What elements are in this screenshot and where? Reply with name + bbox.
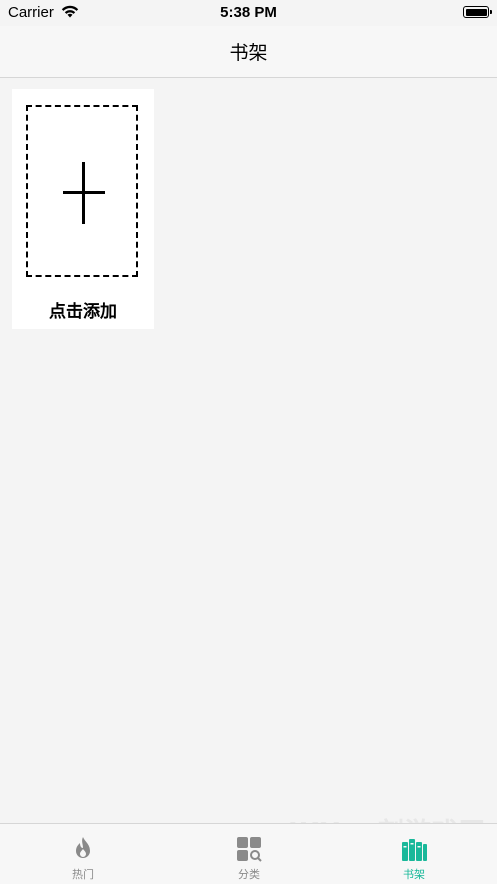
tab-hot-label: 热门: [72, 868, 94, 881]
tab-category[interactable]: 分类: [166, 824, 332, 884]
navigation-bar: 书架: [0, 26, 497, 78]
battery-icon: [463, 6, 492, 18]
tab-bookshelf-label: 书架: [403, 868, 425, 881]
plus-icon: [63, 162, 105, 224]
tab-hot[interactable]: 热门: [0, 824, 166, 884]
flame-icon: [68, 834, 98, 864]
add-book-placeholder[interactable]: [26, 105, 138, 277]
status-bar: Carrier 5:38 PM: [0, 0, 497, 26]
add-book-label: 点击添加: [49, 302, 117, 322]
tab-bar: 热门 分类 书架: [0, 823, 497, 884]
bookshelf-icon: [399, 834, 429, 864]
category-search-icon: [234, 834, 264, 864]
page-title: 书架: [229, 42, 268, 64]
status-time: 5:38 PM: [220, 4, 277, 21]
add-book-card[interactable]: 点击添加: [12, 89, 154, 329]
tab-category-label: 分类: [238, 868, 260, 881]
tab-bookshelf[interactable]: 书架: [331, 824, 497, 884]
